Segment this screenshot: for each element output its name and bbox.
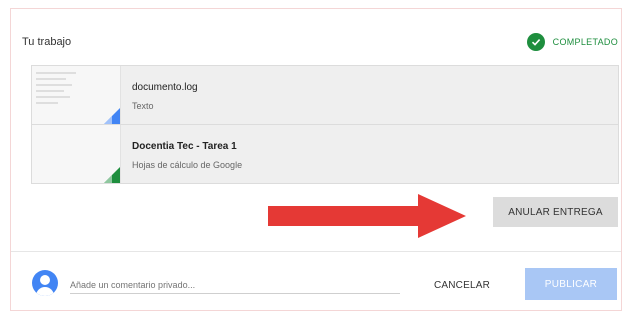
status-indicator: COMPLETADO: [526, 33, 618, 51]
card-title: Tu trabajo: [22, 36, 72, 48]
file-thumbnail: [32, 66, 121, 124]
unsubmit-button[interactable]: ANULAR ENTREGA: [493, 197, 618, 227]
docs-corner-icon: [104, 108, 120, 124]
attachments-list: documento.log Texto Docentia Tec - Tarea…: [31, 65, 619, 184]
cancel-button[interactable]: CANCELAR: [425, 273, 499, 297]
attachment-item[interactable]: documento.log Texto: [32, 66, 618, 125]
private-comment-input[interactable]: [70, 277, 400, 294]
avatar: [32, 270, 58, 296]
file-name[interactable]: Docentia Tec - Tarea 1: [132, 141, 237, 152]
file-thumbnail: [32, 125, 121, 183]
check-circle-icon: [526, 33, 545, 51]
attachment-item[interactable]: Docentia Tec - Tarea 1 Hojas de cálculo …: [32, 125, 618, 183]
file-type: Texto: [132, 101, 154, 111]
red-arrow-annotation: [268, 194, 466, 238]
publish-button[interactable]: PUBLICAR: [525, 268, 617, 300]
status-label: COMPLETADO: [552, 37, 618, 47]
divider: [11, 251, 621, 252]
file-type: Hojas de cálculo de Google: [132, 160, 243, 170]
file-name[interactable]: documento.log: [132, 82, 198, 93]
sheets-corner-icon: [104, 167, 120, 183]
